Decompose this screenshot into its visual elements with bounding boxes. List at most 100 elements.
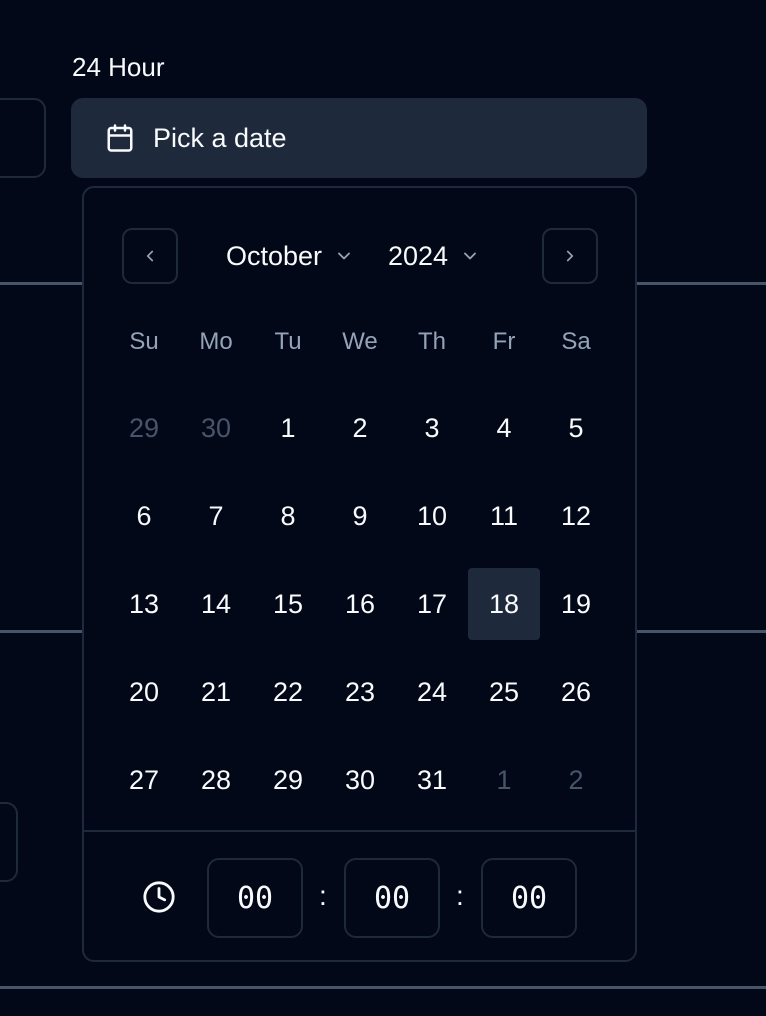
hours-input[interactable]: 00 bbox=[207, 858, 303, 938]
calendar-icon bbox=[105, 123, 135, 153]
next-month-button[interactable] bbox=[542, 228, 598, 284]
calendar-day[interactable]: 23 bbox=[324, 648, 396, 736]
calendar-day-selected[interactable]: 18 bbox=[468, 560, 540, 648]
calendar-day[interactable]: 29 bbox=[252, 736, 324, 824]
weekday-label: Tu bbox=[274, 328, 302, 355]
calendar-day-label: 15 bbox=[272, 588, 304, 619]
calendar-day-label: 18 bbox=[468, 568, 540, 640]
background-divider bbox=[0, 986, 766, 989]
calendar-day-label: 29 bbox=[272, 764, 304, 795]
calendar-day-label: 30 bbox=[344, 764, 376, 795]
calendar-day-outside[interactable]: 29 bbox=[108, 384, 180, 472]
calendar-day[interactable]: 20 bbox=[108, 648, 180, 736]
calendar-day[interactable]: 25 bbox=[468, 648, 540, 736]
weekday-label: Th bbox=[417, 328, 446, 355]
month-select[interactable]: October bbox=[226, 234, 354, 278]
calendar-day[interactable]: 3 bbox=[396, 384, 468, 472]
calendar-day-label: 22 bbox=[272, 676, 304, 707]
time-picker: 00 : 00 : 00 bbox=[84, 832, 635, 960]
date-picker-trigger[interactable]: Pick a date bbox=[71, 98, 647, 178]
calendar-day-outside[interactable]: 2 bbox=[540, 736, 612, 824]
calendar-day[interactable]: 13 bbox=[108, 560, 180, 648]
weekday-label: We bbox=[342, 328, 378, 355]
calendar-day-label: 8 bbox=[280, 500, 296, 531]
weekday-label: Su bbox=[129, 328, 159, 355]
calendar-day-label: 23 bbox=[344, 676, 376, 707]
calendar-day-label: 20 bbox=[128, 676, 160, 707]
calendar-day-label: 4 bbox=[496, 412, 512, 443]
calendar-day[interactable]: 27 bbox=[108, 736, 180, 824]
calendar-day[interactable]: 30 bbox=[324, 736, 396, 824]
calendar-day[interactable]: 1 bbox=[252, 384, 324, 472]
weekday-header: Su Mo Tu We Th Fr Sa bbox=[108, 328, 612, 356]
seconds-input[interactable]: 00 bbox=[481, 858, 577, 938]
calendar-day[interactable]: 4 bbox=[468, 384, 540, 472]
calendar-day-label: 6 bbox=[136, 500, 152, 531]
calendar-day-label: 26 bbox=[560, 676, 592, 707]
chevron-down-icon bbox=[460, 246, 480, 266]
year-select-value: 2024 bbox=[388, 240, 449, 271]
calendar-day[interactable]: 14 bbox=[180, 560, 252, 648]
calendar-day-label: 2 bbox=[568, 764, 584, 795]
calendar-day-label: 21 bbox=[200, 676, 232, 707]
calendar-day-label: 29 bbox=[128, 412, 160, 443]
minutes-input[interactable]: 00 bbox=[344, 858, 440, 938]
calendar-day-label: 1 bbox=[280, 412, 296, 443]
calendar-day[interactable]: 17 bbox=[396, 560, 468, 648]
calendar-day[interactable]: 22 bbox=[252, 648, 324, 736]
calendar-day-label: 2 bbox=[352, 412, 368, 443]
calendar-day[interactable]: 10 bbox=[396, 472, 468, 560]
calendar-day[interactable]: 9 bbox=[324, 472, 396, 560]
background-input-left-lower bbox=[0, 802, 18, 882]
chevron-left-icon bbox=[141, 247, 159, 265]
calendar-day[interactable]: 8 bbox=[252, 472, 324, 560]
calendar-day-label: 28 bbox=[200, 764, 232, 795]
calendar-day-label: 9 bbox=[352, 500, 368, 531]
year-select[interactable]: 2024 bbox=[388, 234, 480, 278]
calendar-day-label: 31 bbox=[416, 764, 448, 795]
calendar-day[interactable]: 31 bbox=[396, 736, 468, 824]
page: 24 Hour Pick a date October 2024 Su Mo T… bbox=[0, 0, 766, 1016]
calendar-day[interactable]: 7 bbox=[180, 472, 252, 560]
calendar-popover: October 2024 Su Mo Tu We Th Fr Sa 29 30 1 2 bbox=[82, 186, 637, 962]
calendar-day[interactable]: 28 bbox=[180, 736, 252, 824]
calendar-day-outside[interactable]: 1 bbox=[468, 736, 540, 824]
time-separator: : bbox=[456, 880, 464, 911]
time-separator: : bbox=[319, 880, 327, 911]
calendar-day-label: 30 bbox=[200, 412, 232, 443]
previous-month-button[interactable] bbox=[122, 228, 178, 284]
calendar-day-label: 3 bbox=[424, 412, 440, 443]
background-input-left bbox=[0, 98, 46, 178]
calendar-day-grid: 29 30 1 2 3 4 5 6 7 8 9 10 11 12 13 14 15 16 17 18 19 20 21 22 2… bbox=[108, 384, 612, 824]
calendar-day-label: 7 bbox=[208, 500, 224, 531]
calendar-day-label: 19 bbox=[560, 588, 592, 619]
calendar-day-outside[interactable]: 30 bbox=[180, 384, 252, 472]
calendar-day[interactable]: 12 bbox=[540, 472, 612, 560]
calendar-day-label: 12 bbox=[560, 500, 592, 531]
weekday-label: Fr bbox=[492, 328, 516, 355]
date-picker-placeholder: Pick a date bbox=[153, 122, 287, 153]
calendar-day-label: 17 bbox=[416, 588, 448, 619]
calendar-day-label: 14 bbox=[200, 588, 232, 619]
calendar-day-label: 10 bbox=[416, 500, 448, 531]
field-label: 24 Hour bbox=[72, 52, 165, 82]
calendar-day-label: 5 bbox=[568, 412, 584, 443]
month-select-value: October bbox=[226, 240, 323, 271]
calendar-day-label: 13 bbox=[128, 588, 160, 619]
calendar-day-label: 27 bbox=[128, 764, 160, 795]
chevron-down-icon bbox=[334, 246, 354, 266]
chevron-right-icon bbox=[561, 247, 579, 265]
calendar-day[interactable]: 21 bbox=[180, 648, 252, 736]
calendar-day[interactable]: 5 bbox=[540, 384, 612, 472]
calendar-day-label: 24 bbox=[416, 676, 448, 707]
calendar-day[interactable]: 6 bbox=[108, 472, 180, 560]
calendar-day[interactable]: 24 bbox=[396, 648, 468, 736]
calendar-day[interactable]: 15 bbox=[252, 560, 324, 648]
weekday-label: Mo bbox=[199, 328, 233, 355]
calendar-day[interactable]: 11 bbox=[468, 472, 540, 560]
clock-icon bbox=[142, 880, 176, 914]
calendar-day[interactable]: 26 bbox=[540, 648, 612, 736]
calendar-day[interactable]: 16 bbox=[324, 560, 396, 648]
calendar-day[interactable]: 2 bbox=[324, 384, 396, 472]
calendar-day[interactable]: 19 bbox=[540, 560, 612, 648]
